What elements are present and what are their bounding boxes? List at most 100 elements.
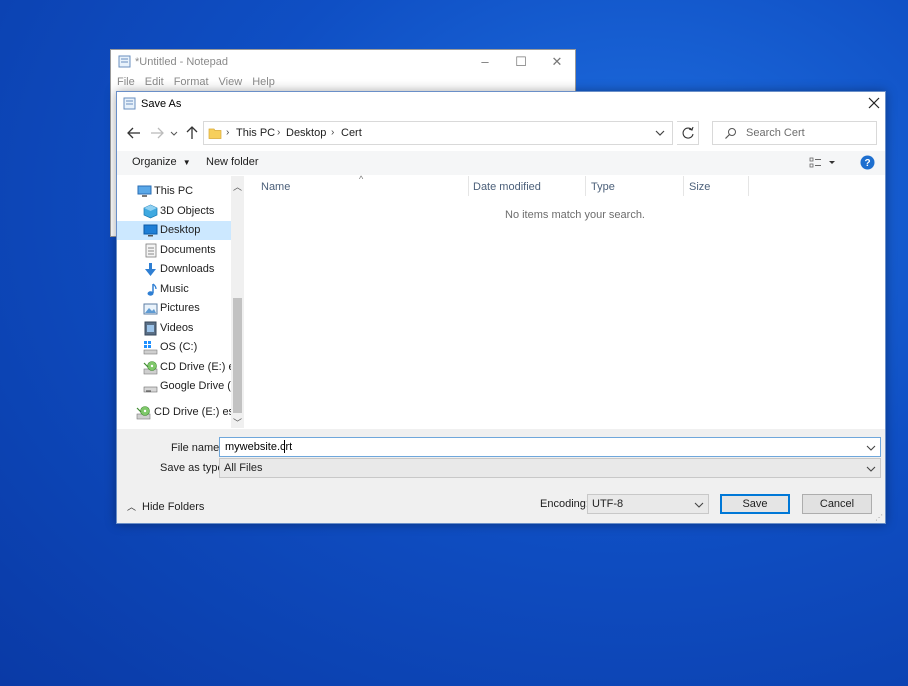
column-divider[interactable]: [468, 176, 469, 196]
download-icon: [143, 262, 158, 277]
maximize-button[interactable]: ☐: [503, 53, 539, 71]
arrow-up-icon: [186, 126, 198, 139]
chevron-down-icon[interactable]: [866, 444, 876, 452]
column-header-name[interactable]: Name: [261, 181, 290, 193]
encoding-value: UTF-8: [592, 498, 624, 510]
breadcrumb-separator: ›: [277, 127, 281, 138]
forward-button[interactable]: [148, 124, 166, 142]
new-folder-button[interactable]: New folder: [206, 156, 259, 168]
column-divider[interactable]: [748, 176, 749, 196]
recent-locations-button[interactable]: [168, 124, 180, 142]
search-input[interactable]: Search Cert: [712, 121, 877, 145]
refresh-icon: [682, 126, 694, 139]
arrow-left-icon: [127, 127, 140, 139]
organize-label: Organize: [132, 156, 177, 168]
notepad-titlebar[interactable]: *Untitled - Notepad – ☐ ✕: [111, 50, 575, 73]
save-as-type-select[interactable]: All Files: [219, 458, 881, 478]
search-placeholder: Search Cert: [746, 127, 805, 139]
svg-text:?: ?: [864, 158, 870, 169]
video-icon: [143, 321, 158, 336]
minimize-button[interactable]: –: [467, 53, 503, 71]
scroll-up-icon[interactable]: ︿: [233, 180, 242, 193]
hide-folders-button[interactable]: ︿ Hide Folders: [127, 500, 204, 513]
chevron-down-icon: [694, 501, 704, 509]
nav-item-this-pc[interactable]: This PC: [117, 182, 231, 201]
nav-item-downloads[interactable]: Downloads: [117, 260, 231, 279]
pc-icon: [137, 184, 152, 199]
cube-icon: [143, 204, 158, 219]
chevron-down-icon: [866, 465, 876, 473]
nav-item-os-c[interactable]: OS (C:): [117, 338, 231, 357]
column-divider[interactable]: [585, 176, 586, 196]
menu-help[interactable]: Help: [252, 76, 275, 88]
notepad-icon: [123, 97, 136, 110]
breadcrumb-desktop[interactable]: Desktop: [286, 127, 326, 139]
nav-item-google-drive[interactable]: Google Drive (G:: [117, 377, 231, 396]
up-button[interactable]: [183, 124, 201, 142]
navigation-pane[interactable]: This PC 3D Objects Desktop Documents Dow…: [117, 176, 244, 428]
arrow-right-icon: [151, 127, 164, 139]
nav-label: Music: [160, 283, 189, 295]
menu-view[interactable]: View: [219, 76, 243, 88]
breadcrumb-separator: ›: [226, 127, 230, 138]
cancel-button[interactable]: Cancel: [802, 494, 872, 514]
nav-scroll-thumb[interactable]: [233, 298, 242, 413]
nav-item-cd-drive-2[interactable]: CD Drive (E:) es20: [117, 403, 231, 422]
nav-item-cd-drive[interactable]: CD Drive (E:) es2: [117, 358, 231, 377]
notepad-icon: [118, 55, 131, 68]
sort-indicator-icon: ^: [359, 174, 364, 184]
menu-format[interactable]: Format: [174, 76, 209, 88]
chevron-up-icon: ︿: [127, 502, 137, 512]
organize-button[interactable]: Organize ▼: [132, 156, 191, 168]
file-name-input[interactable]: mywebsite.crt: [219, 437, 881, 457]
nav-item-documents[interactable]: Documents: [117, 241, 231, 260]
column-header-size[interactable]: Size: [689, 181, 710, 193]
menu-file[interactable]: File: [117, 76, 135, 88]
menu-edit[interactable]: Edit: [145, 76, 164, 88]
scroll-down-icon[interactable]: ﹀: [233, 416, 242, 429]
breadcrumb-cert[interactable]: Cert: [341, 127, 362, 139]
change-view-button[interactable]: [807, 154, 839, 172]
address-bar[interactable]: › This PC › Desktop › Cert: [203, 121, 673, 145]
save-as-type-label: Save as type:: [160, 462, 227, 474]
breadcrumb-this-pc[interactable]: This PC: [236, 127, 275, 139]
caret-down-icon: ▼: [182, 158, 191, 167]
save-as-type-value: All Files: [224, 462, 263, 474]
nav-item-desktop[interactable]: Desktop: [117, 221, 231, 240]
nav-scrollbar[interactable]: ︿ ﹀: [231, 176, 244, 428]
folder-icon: [208, 126, 222, 140]
nav-label: Google Drive (G:: [160, 380, 231, 392]
command-bar: Organize ▼ New folder ?: [117, 151, 885, 175]
nav-item-3d-objects[interactable]: 3D Objects: [117, 202, 231, 221]
nav-label: Pictures: [160, 302, 200, 314]
notepad-menubar: File Edit Format View Help: [111, 74, 575, 91]
notepad-close-button[interactable]: ✕: [539, 53, 575, 71]
refresh-button[interactable]: [677, 121, 699, 145]
column-divider[interactable]: [683, 176, 684, 196]
nav-label: Videos: [160, 322, 194, 334]
column-header-type[interactable]: Type: [591, 181, 615, 193]
back-button[interactable]: [125, 124, 143, 142]
save-as-dialog[interactable]: Save As › This PC › Desktop › Cert Searc…: [116, 91, 886, 524]
nav-item-music[interactable]: Music: [117, 280, 231, 299]
nav-item-videos[interactable]: Videos: [117, 319, 231, 338]
drive-icon: [143, 340, 158, 355]
column-header-date-modified[interactable]: Date modified: [473, 181, 541, 193]
cd-icon: [136, 405, 151, 420]
address-dropdown-button[interactable]: [654, 127, 666, 139]
text-cursor: [284, 440, 285, 453]
encoding-label: Encoding:: [540, 498, 589, 510]
picture-icon: [143, 301, 158, 316]
empty-message: No items match your search.: [505, 209, 645, 221]
chevron-down-icon: [655, 130, 665, 136]
nav-item-pictures[interactable]: Pictures: [117, 299, 231, 318]
nav-label: Desktop: [160, 224, 201, 236]
breadcrumb-separator: ›: [331, 127, 335, 138]
save-button[interactable]: Save: [720, 494, 790, 514]
dialog-close-button[interactable]: [865, 94, 883, 112]
help-button[interactable]: ?: [860, 155, 875, 170]
dialog-title: Save As: [141, 98, 182, 110]
resize-grip-icon[interactable]: ⋰: [875, 513, 883, 522]
desktop-icon: [143, 223, 158, 238]
encoding-select[interactable]: UTF-8: [587, 494, 709, 514]
